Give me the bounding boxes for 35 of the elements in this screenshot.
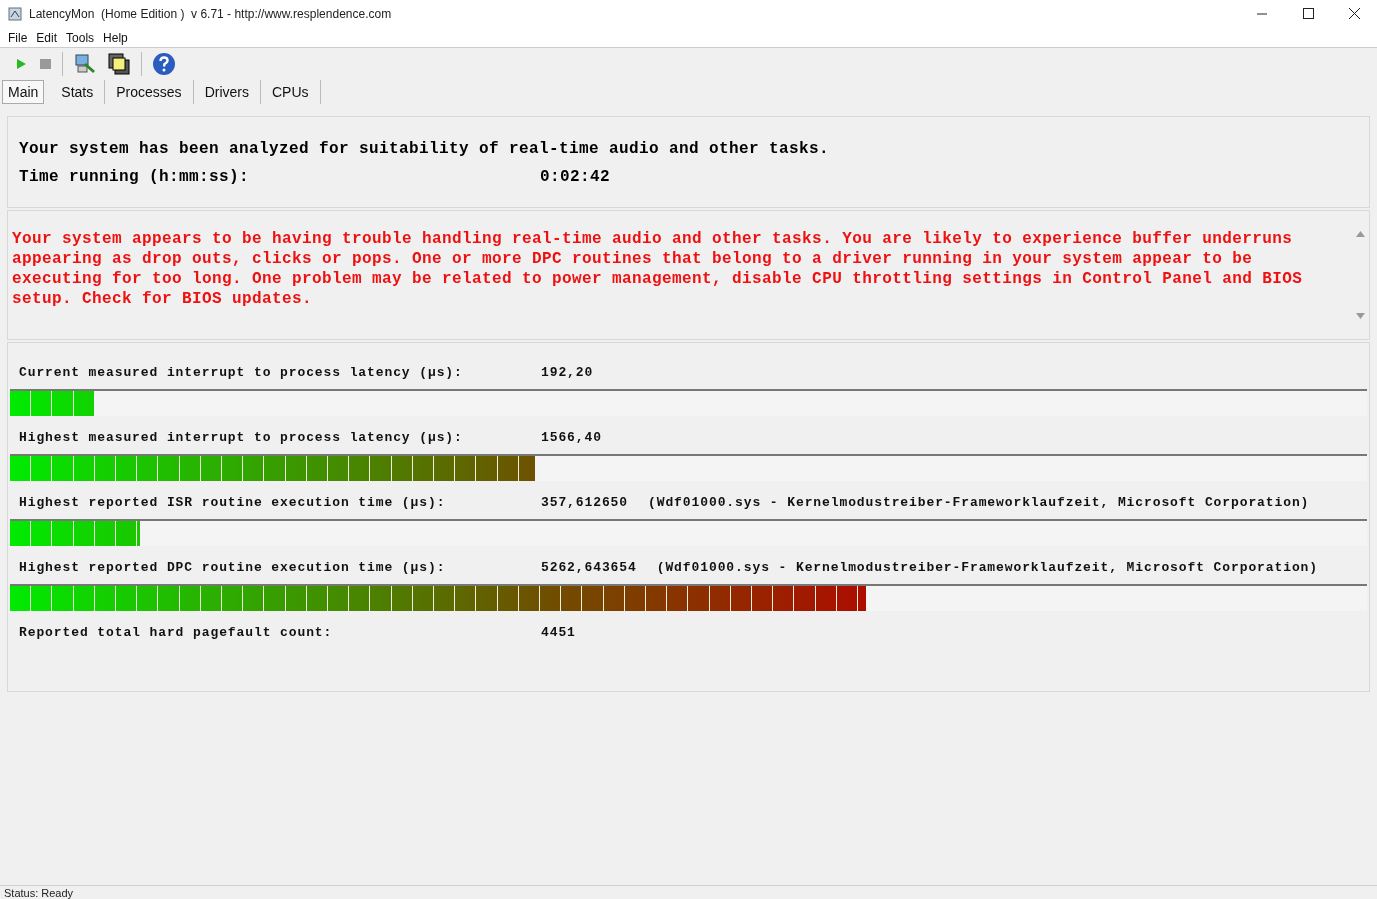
driver-detail: (Wdf01000.sys - Kernelmodustreiber-Frameworklaufzeit, Microsoft Corporation) bbox=[648, 494, 1310, 513]
computer-wrench-icon[interactable] bbox=[73, 52, 97, 76]
tab[interactable]: Stats bbox=[50, 80, 106, 104]
menu-item[interactable]: Help bbox=[103, 28, 128, 47]
menu-item[interactable]: File bbox=[8, 28, 28, 47]
menu-item[interactable]: Tools bbox=[66, 28, 95, 47]
app-icon bbox=[8, 7, 22, 21]
metric-label: Highest reported DPC routine execution time (µs): bbox=[19, 559, 447, 578]
metric-label: Highest reported ISR routine execution time (µs): bbox=[19, 494, 447, 513]
tab[interactable]: CPUs bbox=[260, 80, 321, 104]
metric-value: 4451 bbox=[541, 624, 576, 643]
time-running-label: Time running (h:mm:ss): bbox=[19, 167, 251, 188]
play-icon[interactable] bbox=[14, 57, 28, 71]
tab[interactable]: Processes bbox=[105, 80, 194, 104]
metric-label: Current measured interrupt to process latency (µs): bbox=[19, 364, 464, 383]
time-running-value: 0:02:42 bbox=[540, 167, 610, 188]
metric-value: 5262,643654 bbox=[541, 559, 637, 578]
tab[interactable]: Drivers bbox=[193, 80, 261, 104]
verdict-message: Your system appears to be having trouble handling real-time audio and other tasks. You are likely to experience buffer underruns appearing as drop outs, clicks or pops. One or more DPC routines that belong to a driver running in your system appear to be executing for too long. One problem may be related to power management, disable CPU throttling settings in Control Panel and BIOS setup. Check for BIOS updates. bbox=[11, 229, 1304, 310]
scroll-down-icon[interactable] bbox=[1356, 313, 1365, 319]
scroll-up-icon[interactable] bbox=[1356, 231, 1365, 237]
help-icon[interactable] bbox=[152, 52, 176, 76]
windows-icon[interactable] bbox=[107, 52, 131, 76]
driver-detail: (Wdf01000.sys - Kernelmodustreiber-Frameworklaufzeit, Microsoft Corporation) bbox=[656, 559, 1318, 578]
menu-item[interactable]: Edit bbox=[36, 28, 58, 47]
stop-icon[interactable] bbox=[38, 57, 52, 71]
metric-value: 357,612650 bbox=[541, 494, 628, 513]
metric-label: Reported total hard pagefault count: bbox=[19, 624, 334, 643]
metric-value: 1566,40 bbox=[541, 429, 602, 448]
metric-label: Highest measured interrupt to process latency (µs): bbox=[19, 429, 464, 448]
tab[interactable]: Main bbox=[2, 80, 45, 104]
status-text: Status: Ready bbox=[4, 887, 74, 899]
analysis-headline: Your system has been analyzed for suitability of real-time audio and other tasks. bbox=[19, 139, 831, 160]
window-title: LatencyMon (Home Edition ) v 6.71 - http://www.resplendence.com bbox=[29, 6, 392, 23]
metric-value: 192,20 bbox=[541, 364, 594, 383]
